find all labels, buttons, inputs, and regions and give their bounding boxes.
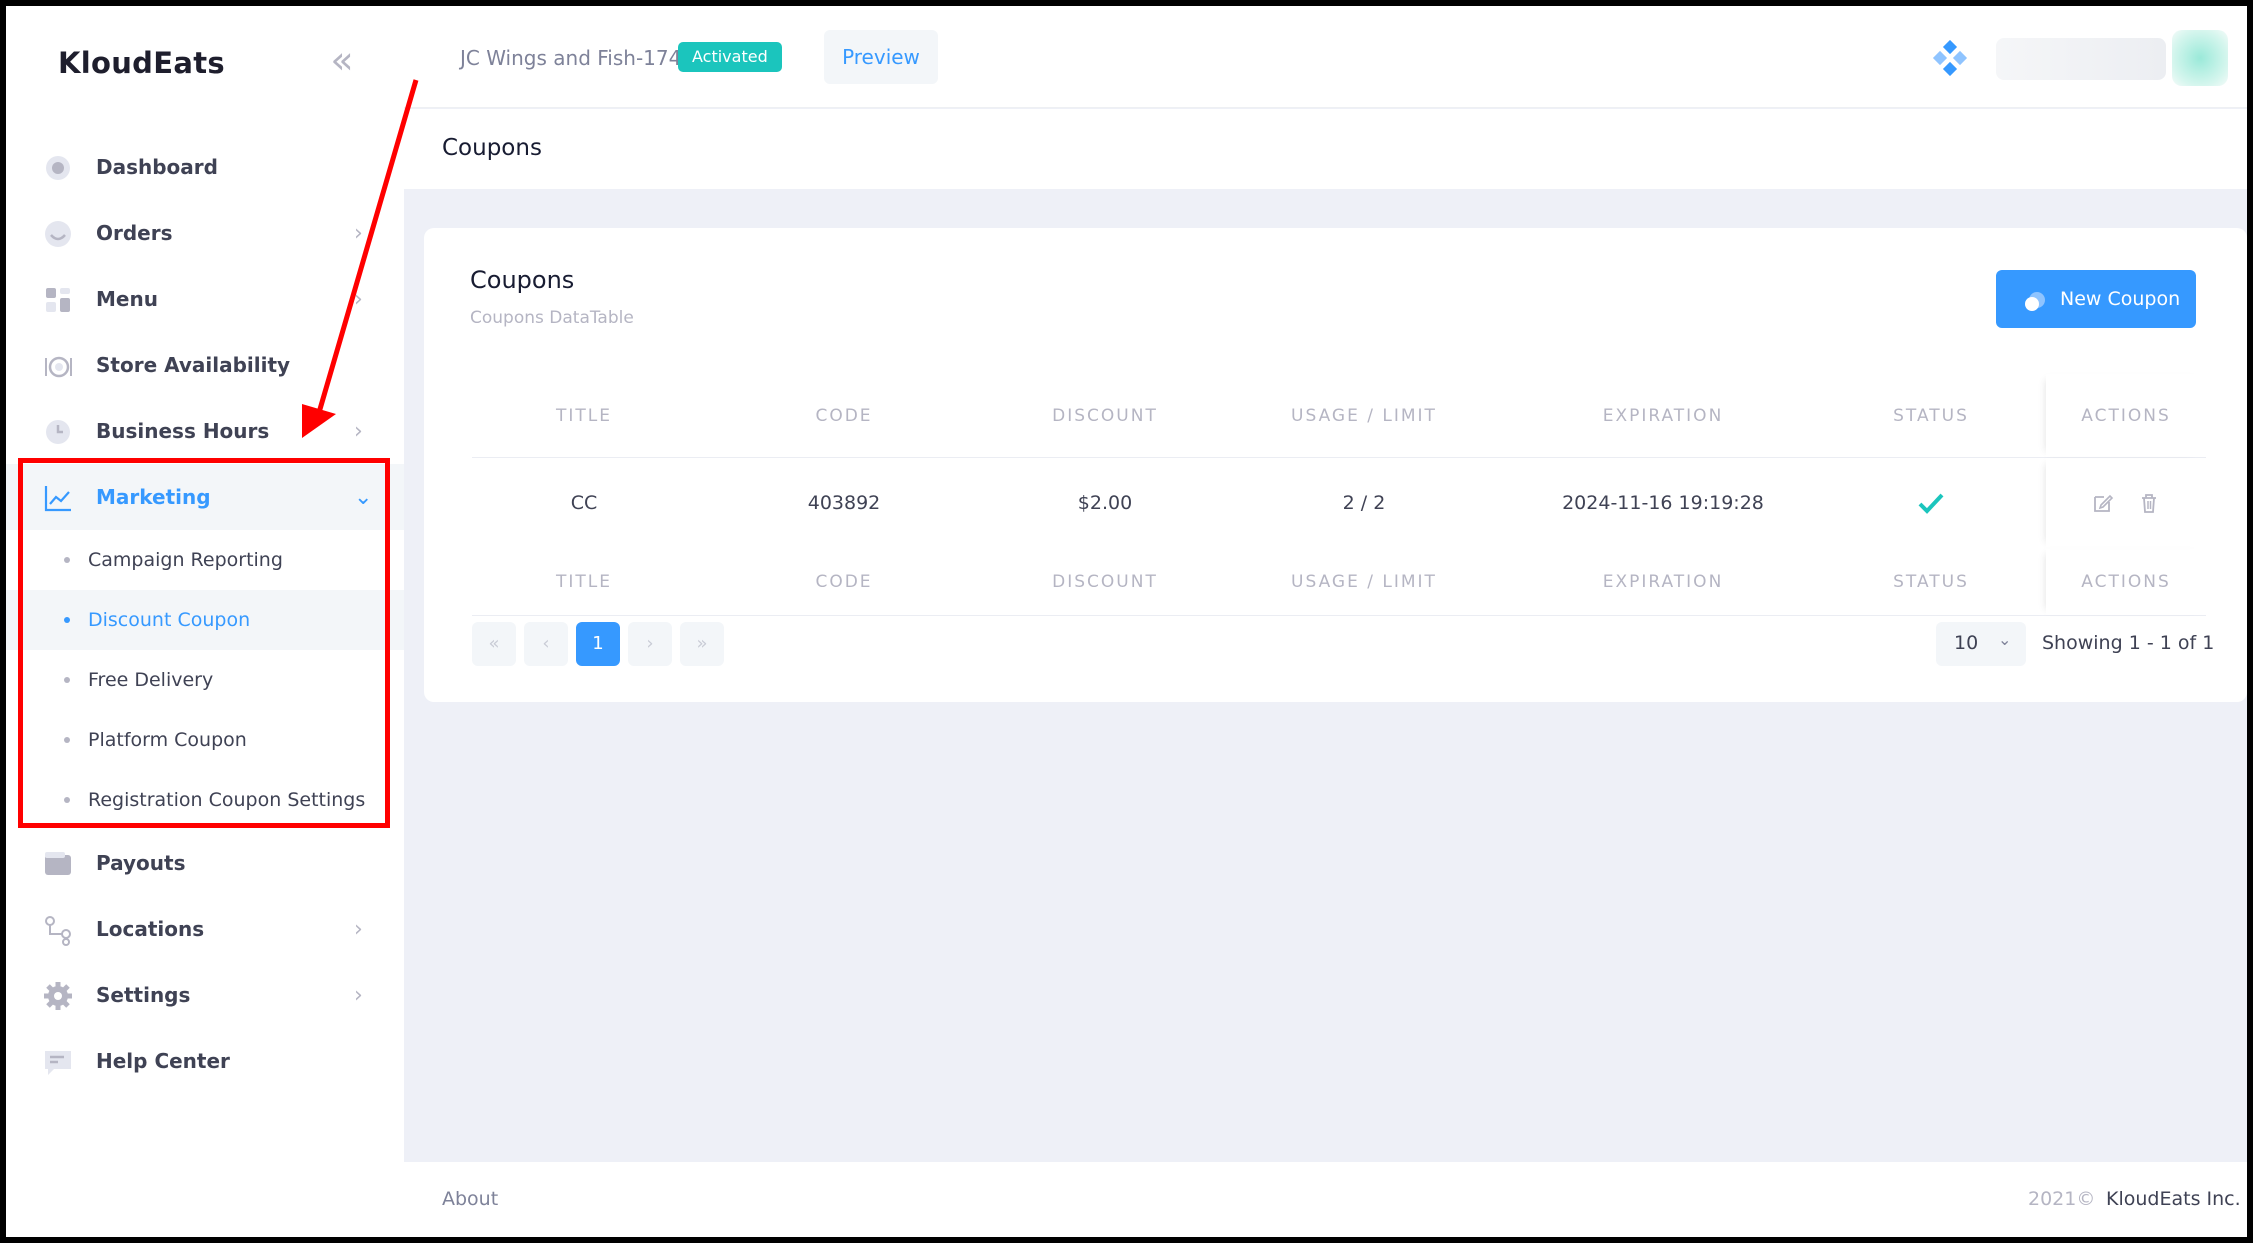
store-availability-icon <box>45 356 72 378</box>
per-page-select[interactable]: 10 ⌄ <box>1936 622 2026 666</box>
locations-icon <box>45 916 71 946</box>
app-frame: KloudEats « Dashboard Orders › Menu › St… <box>6 6 2247 1237</box>
trash-icon[interactable] <box>2138 492 2160 514</box>
subheader: Coupons <box>404 109 2247 189</box>
wallet-icon <box>45 852 71 875</box>
avatar[interactable] <box>2172 30 2228 86</box>
sidebar-item-help-center[interactable]: Help Center <box>6 1028 404 1094</box>
chevron-right-icon: › <box>354 982 363 1008</box>
orders-icon <box>45 221 71 247</box>
sidebar-item-orders[interactable]: Orders › <box>6 200 404 266</box>
sidebar-item-label: Store Availability <box>96 353 291 377</box>
sidebar-item-label: Settings <box>96 983 191 1007</box>
copyright-year: 2021© <box>2028 1188 2096 1210</box>
sidebar-item-store-availability[interactable]: Store Availability <box>6 332 404 398</box>
pagination: « ‹ 1 › » <box>472 622 724 666</box>
dashboard-icon <box>46 156 70 180</box>
chevron-right-icon: › <box>354 220 363 246</box>
clock-icon <box>46 420 70 444</box>
table-footer-row: TITLE CODE DISCOUNT USAGE / LIMIT EXPIRA… <box>472 548 2206 616</box>
column-footer-actions: ACTIONS <box>2046 548 2206 615</box>
about-link[interactable]: About <box>442 1188 498 1210</box>
column-footer-code: CODE <box>815 571 873 592</box>
top-header: JC Wings and Fish-174 Activated Preview <box>404 6 2247 108</box>
cell-actions <box>2046 458 2206 548</box>
column-header-usage-limit[interactable]: USAGE / LIMIT <box>1218 374 1510 457</box>
sidebar-item-payouts[interactable]: Payouts <box>6 830 404 896</box>
column-header-status[interactable]: STATUS <box>1816 374 2046 457</box>
cell-expiration: 2024-11-16 19:19:28 <box>1562 492 1764 514</box>
toggle-icon <box>2025 292 2045 311</box>
sidebar-item-business-hours[interactable]: Business Hours › <box>6 398 404 464</box>
company-link[interactable]: KloudEats Inc. <box>2106 1188 2241 1210</box>
sidebar-item-label: Menu <box>96 287 158 311</box>
cell-code: 403892 <box>807 492 881 514</box>
edit-icon[interactable] <box>2092 492 2114 514</box>
column-footer-status: STATUS <box>1893 571 1969 592</box>
gear-icon <box>44 982 72 1010</box>
new-coupon-label: New Coupon <box>2060 288 2181 310</box>
column-header-title[interactable]: TITLE <box>472 374 696 457</box>
column-footer-usage-limit: USAGE / LIMIT <box>1291 571 1437 592</box>
sidebar-item-menu[interactable]: Menu › <box>6 266 404 332</box>
page-title: Coupons <box>442 135 542 161</box>
cell-status <box>1816 458 2046 548</box>
page-footer: About 2021© KloudEats Inc. <box>404 1162 2247 1237</box>
table-row: CC 403892 $2.00 2 / 2 2024-11-16 19:19:2… <box>472 458 2206 548</box>
annotation-highlight-box <box>18 458 390 828</box>
card-subtitle: Coupons DataTable <box>470 308 634 328</box>
check-icon <box>1918 493 1944 514</box>
sidebar-item-label: Business Hours <box>96 419 270 443</box>
last-page-button[interactable]: » <box>680 622 724 666</box>
column-header-discount[interactable]: DISCOUNT <box>992 374 1218 457</box>
column-header-actions: ACTIONS <box>2046 374 2206 457</box>
cell-title: CC <box>570 492 598 514</box>
table-header-row: TITLE CODE DISCOUNT USAGE / LIMIT EXPIRA… <box>472 374 2206 458</box>
menu-icon <box>46 288 70 312</box>
column-header-expiration[interactable]: EXPIRATION <box>1510 374 1816 457</box>
collapse-sidebar-icon[interactable]: « <box>322 41 362 82</box>
coupons-card: Coupons Coupons DataTable New Coupon TIT… <box>424 228 2247 702</box>
chevron-right-icon: › <box>354 286 363 312</box>
column-footer-expiration: EXPIRATION <box>1602 571 1724 592</box>
sidebar-item-label: Locations <box>96 917 205 941</box>
first-page-button[interactable]: « <box>472 622 516 666</box>
user-name-redacted[interactable] <box>1996 38 2166 80</box>
app-logo-icon <box>1932 40 1968 76</box>
coupons-table: TITLE CODE DISCOUNT USAGE / LIMIT EXPIRA… <box>472 374 2206 616</box>
sidebar-item-label: Help Center <box>96 1049 230 1073</box>
status-badge: Activated <box>678 42 782 72</box>
cell-discount: $2.00 <box>1077 492 1133 514</box>
store-name: JC Wings and Fish-174 <box>460 46 682 70</box>
sidebar-item-label: Dashboard <box>96 155 218 179</box>
column-footer-title: TITLE <box>556 571 612 592</box>
page-1-button[interactable]: 1 <box>576 622 620 666</box>
next-page-button[interactable]: › <box>628 622 672 666</box>
sidebar-item-dashboard[interactable]: Dashboard <box>6 134 404 200</box>
chevron-down-icon: ⌄ <box>1998 630 2012 649</box>
showing-count: Showing 1 - 1 of 1 <box>2042 632 2215 654</box>
sidebar-item-settings[interactable]: Settings › <box>6 962 404 1028</box>
prev-page-button[interactable]: ‹ <box>524 622 568 666</box>
card-title: Coupons <box>470 266 575 294</box>
chevron-right-icon: › <box>354 916 363 942</box>
sidebar-item-locations[interactable]: Locations › <box>6 896 404 962</box>
cell-usage-limit: 2 / 2 <box>1342 492 1386 514</box>
new-coupon-button[interactable]: New Coupon <box>1996 270 2196 328</box>
column-footer-discount: DISCOUNT <box>1052 571 1158 592</box>
per-page-value: 10 <box>1954 632 1979 654</box>
column-header-code[interactable]: CODE <box>696 374 992 457</box>
brand-logo: KloudEats <box>58 46 225 80</box>
chevron-right-icon: › <box>354 418 363 444</box>
preview-button[interactable]: Preview <box>824 30 938 84</box>
sidebar-item-label: Payouts <box>96 851 186 875</box>
chat-icon <box>45 1051 71 1075</box>
sidebar-item-label: Orders <box>96 221 173 245</box>
sidebar: KloudEats « Dashboard Orders › Menu › St… <box>6 6 404 1237</box>
